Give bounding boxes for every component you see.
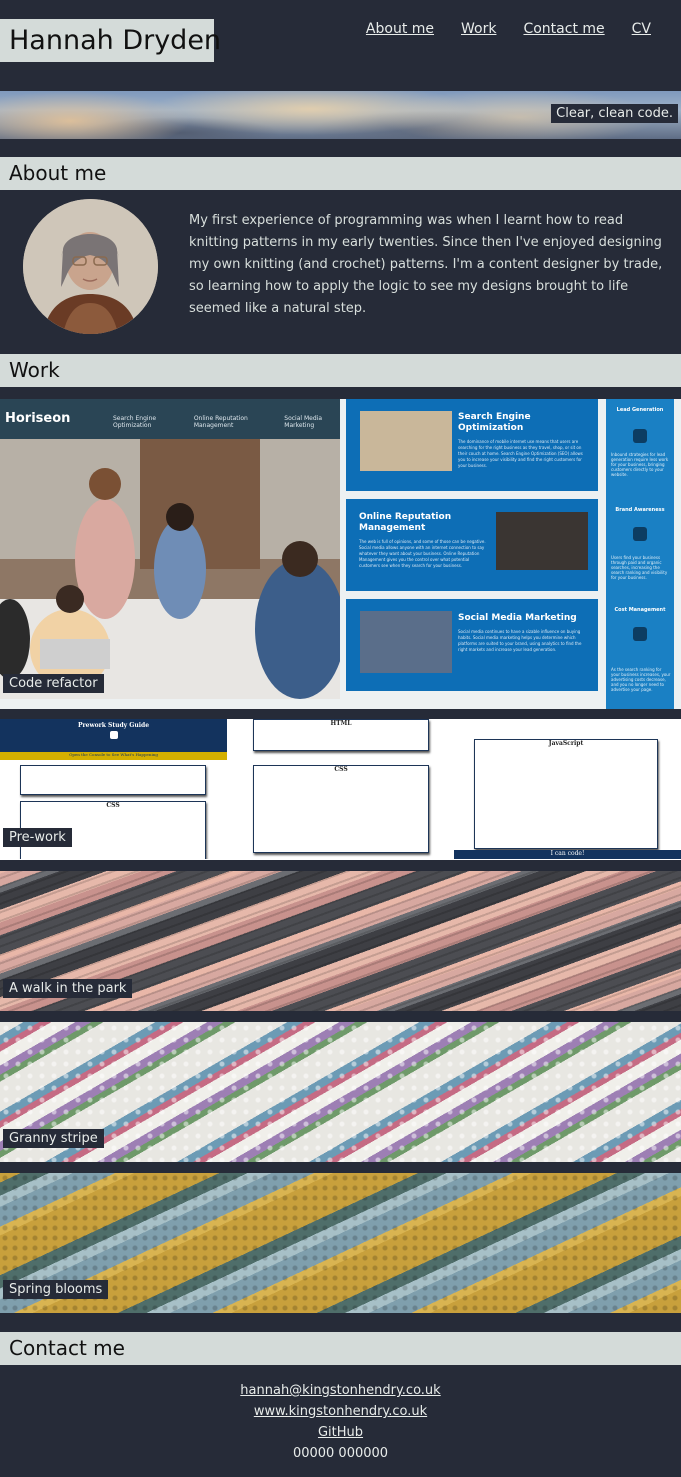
- work-item-label: Pre-work: [3, 828, 72, 847]
- prework-css-heading: CSS: [106, 802, 120, 809]
- work-heading: Work: [0, 354, 681, 387]
- horiseon-card: Online Reputation Management The web is …: [346, 499, 598, 591]
- horiseon-sidebar: Lead Generation Inbound strategies for l…: [606, 399, 674, 709]
- contact-github-link[interactable]: GitHub: [0, 1422, 681, 1443]
- card-body: The dominance of mobile internet use mea…: [458, 439, 583, 468]
- horiseon-nav: Horiseon Search Engine Optimization Onli…: [0, 399, 340, 439]
- brand-icon: [633, 527, 647, 541]
- main-nav: About me Work Contact me CV: [366, 21, 651, 37]
- card-title: Search Engine Optimization: [458, 412, 531, 433]
- sidebar-heading: Brand Awareness: [615, 507, 665, 513]
- sidebar-text: Inbound strategies for lead generation r…: [611, 452, 669, 477]
- horiseon-card: Search Engine Optimization The dominance…: [346, 399, 598, 491]
- contact-email-link[interactable]: hannah@kingstonhendry.co.uk: [0, 1380, 681, 1401]
- prework-subtitle: Open the Console to See What's Happening: [0, 752, 227, 760]
- card-body: Social media continues to have a sizable…: [458, 629, 582, 652]
- prework-css-box: CSS: [253, 765, 429, 853]
- work-item-prework[interactable]: Prework Study Guide Open the Console to …: [0, 719, 681, 860]
- cost-icon: [633, 627, 647, 641]
- prework-title: Prework Study Guide: [77, 722, 150, 729]
- prework-css-heading: CSS: [334, 766, 348, 773]
- hero-tagline: Clear, clean code.: [551, 104, 678, 123]
- prework-js-box: JavaScript: [474, 739, 658, 849]
- prework-html-box: HTML: [253, 719, 429, 751]
- lead-icon: [633, 429, 647, 443]
- work-item-label: Code refactor: [3, 674, 104, 693]
- prework-column: HTML CSS: [249, 719, 433, 859]
- card-title: Online Reputation Management: [359, 512, 452, 533]
- work-item-spring-blooms[interactable]: Spring blooms: [0, 1173, 681, 1313]
- contact-phone: 00000 000000: [292, 1446, 389, 1461]
- horiseon-logo: Horiseon: [5, 411, 71, 426]
- nav-contact-link[interactable]: Contact me: [523, 21, 604, 37]
- work-item-label: A walk in the park: [3, 979, 133, 998]
- hero-banner: Clear, clean code.: [0, 91, 681, 139]
- card-title: Social Media Marketing: [458, 613, 577, 623]
- prework-js-heading: JavaScript: [548, 740, 584, 747]
- site-name: Hannah Dryden: [0, 19, 221, 62]
- prework-column: JavaScript I can code!: [454, 719, 681, 859]
- work-item-code-refactor[interactable]: Horiseon Search Engine Optimization Onli…: [0, 399, 681, 709]
- contact-website-link[interactable]: www.kingstonhendry.co.uk: [0, 1401, 681, 1422]
- sidebar-heading: Cost Management: [614, 607, 666, 613]
- horiseon-hero-photo: Horiseon Search Engine Optimization Onli…: [0, 399, 345, 699]
- contact-list: hannah@kingstonhendry.co.uk www.kingston…: [0, 1380, 681, 1464]
- horiseon-nav-item: Social Media Marketing: [284, 415, 322, 429]
- prework-footer: I can code!: [454, 850, 681, 859]
- work-item-label: Spring blooms: [3, 1280, 109, 1299]
- nav-about-link[interactable]: About me: [366, 21, 434, 37]
- prework-banner: Prework Study Guide: [0, 719, 227, 752]
- work-item-granny-stripe[interactable]: Granny stripe: [0, 1022, 681, 1162]
- logo-icon: [109, 731, 118, 739]
- prework-html-box: [20, 765, 206, 795]
- sidebar-text: Users find your business through paid an…: [611, 555, 668, 580]
- about-heading: About me: [0, 157, 681, 190]
- nav-cv-link[interactable]: CV: [632, 21, 651, 37]
- horiseon-content: Search Engine Optimization The dominance…: [340, 399, 681, 709]
- profile-photo: [23, 199, 158, 334]
- card-body: The web is full of opinions, and some of…: [359, 539, 486, 568]
- site-header: Hannah Dryden About me Work Contact me C…: [0, 0, 681, 88]
- sidebar-heading: Lead Generation: [616, 407, 664, 413]
- horiseon-nav-item: Online Reputation Management: [193, 415, 248, 429]
- card-image: [360, 611, 452, 673]
- nav-work-link[interactable]: Work: [461, 21, 496, 37]
- work-item-label: Granny stripe: [3, 1129, 104, 1148]
- about-paragraph: My first experience of programming was w…: [189, 213, 663, 316]
- card-image: [360, 411, 452, 471]
- card-image: [496, 512, 588, 570]
- work-item-walk-in-the-park[interactable]: A walk in the park: [0, 871, 681, 1011]
- horiseon-nav-item: Search Engine Optimization: [113, 415, 157, 429]
- contact-heading: Contact me: [0, 1332, 681, 1365]
- sidebar-text: As the search ranking for your business …: [611, 667, 671, 692]
- horiseon-card: Social Media Marketing Social media cont…: [346, 599, 598, 691]
- prework-html-heading: HTML: [330, 720, 352, 727]
